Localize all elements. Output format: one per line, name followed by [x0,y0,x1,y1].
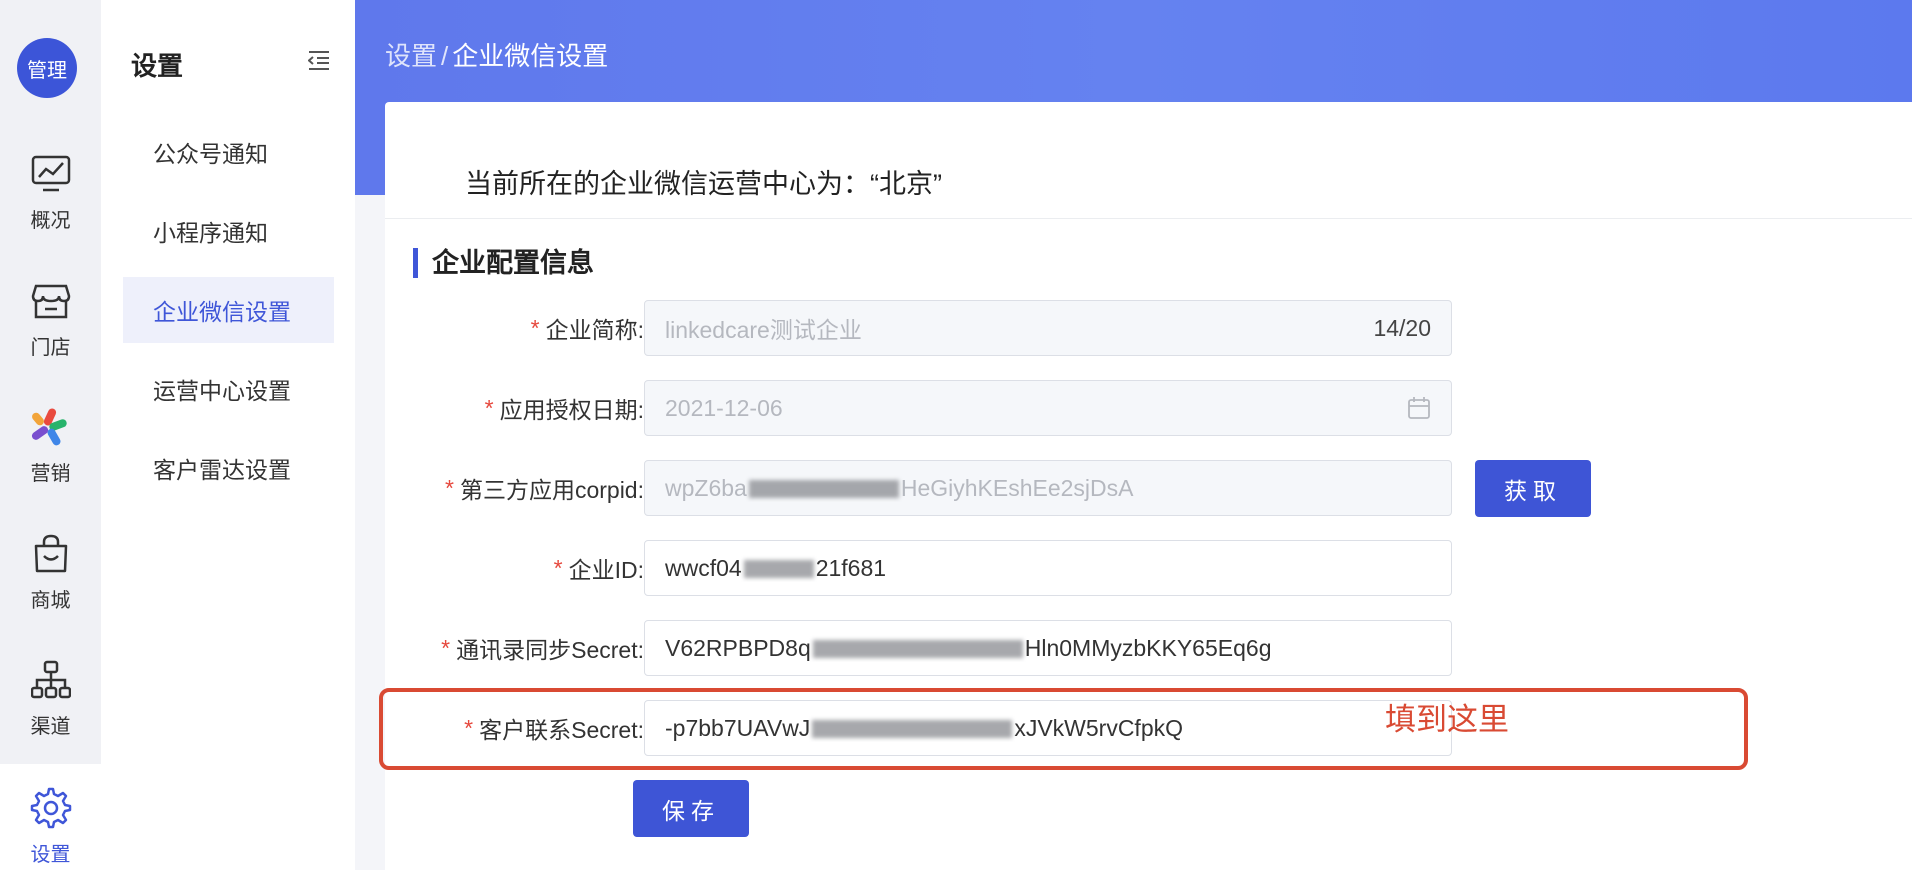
rail-item-store[interactable]: 门店 [0,277,101,387]
required-mark: * [553,554,563,581]
redaction-blur [812,640,1023,659]
divider [385,218,1912,219]
corpid-input[interactable]: wpZ6ba HeGiyhKEshEe2sjDsA [644,460,1452,516]
form-row-company-name: * 企业简称: linkedcare测试企业 14/20 [385,300,1912,356]
form-row-corpid: * 第三方应用corpid: wpZ6ba HeGiyhKEshEe2sjDsA 获… [385,460,1912,517]
auth-date-label: 应用授权日期: [499,397,644,423]
required-mark: * [445,474,454,501]
rail-item-marketing[interactable]: 营销 [0,403,101,513]
corp-id-label: 企业ID: [568,557,644,583]
store-icon [27,277,75,325]
form-label: * 应用授权日期: [485,380,644,436]
submenu-title: 设置 [131,51,184,81]
corpid-value: wpZ6ba HeGiyhKEshEe2sjDsA [665,475,1431,502]
breadcrumb-parent[interactable]: 设置 [385,41,437,71]
corp-id-value-start: wwcf04 [665,554,742,581]
chart-icon [27,150,75,198]
section-title: 企业配置信息 [413,248,594,278]
required-mark: * [441,634,451,661]
rail-item-settings[interactable]: 设置 [0,764,101,870]
submenu-item-wecom[interactable]: 企业微信设置 [123,277,334,343]
auth-date-value: 2021-12-06 [665,394,783,421]
rail-label: 营销 [30,463,71,485]
company-name-input[interactable]: linkedcare测试企业 14/20 [644,300,1452,356]
form-label: * 企业简称: [531,300,644,356]
submenu-item-operation-center[interactable]: 运营中心设置 [123,356,334,422]
gear-icon [27,784,75,832]
contacts-secret-label: 通讯录同步Secret: [456,637,644,663]
corpid-value-start: wpZ6ba [665,474,747,501]
main-area: 设置 / 企业微信设置 当前所在的企业微信运营中心为：“北京” 企业配置信息 * 企业… [355,0,1912,870]
breadcrumb-current: 企业微信设置 [452,41,609,71]
corp-id-value: wwcf04 21f681 [665,555,1431,582]
form-label: * 企业ID: [554,540,644,596]
contacts-secret-input[interactable]: V62RPBPD8q Hln0MMyzbKKY65Eq6g [644,620,1452,676]
calendar-icon [1407,396,1431,420]
form-label: * 通讯录同步Secret: [441,620,644,676]
avatar[interactable]: 管理 [17,38,77,98]
corpid-label: 第三方应用corpid: [459,477,644,503]
breadcrumb-separator: / [441,41,449,71]
submenu-item-customer-radar[interactable]: 客户雷达设置 [123,435,334,501]
redaction-blur [748,480,899,499]
marketing-icon [27,403,75,451]
required-mark: * [530,314,540,341]
shopping-bag-icon [27,530,75,578]
submenu-item-miniprogram[interactable]: 小程序通知 [123,198,334,264]
company-name-value: linkedcare测试企业 [665,317,862,343]
annotation-highlight-box [379,688,1748,770]
form-label: * 第三方应用corpid: [445,460,644,516]
rail-label: 概况 [30,210,71,232]
auth-date-picker[interactable]: 2021-12-06 [644,380,1452,436]
corp-id-value-end: 21f681 [815,554,887,581]
contacts-secret-value-end: Hln0MMyzbKKY65Eq6g [1024,634,1272,661]
corp-id-input[interactable]: wwcf04 21f681 [644,540,1452,596]
settings-submenu: 设置 公众号通知 小程序通知 企业微信设置 运营中心设置 客户雷达设置 [101,0,355,870]
corpid-value-end: HeGiyhKEshEe2sjDsA [900,474,1134,501]
rail-label: 门店 [30,337,71,359]
annotation-text: 填到这里 [1385,702,1509,737]
collapse-menu-icon[interactable] [307,50,330,70]
submenu-item-official-account[interactable]: 公众号通知 [123,119,334,185]
app-rail: 管理 概况 门店 营销 商城 渠道 设置 [0,0,101,870]
required-mark: * [484,394,494,421]
rail-label: 设置 [30,844,71,866]
breadcrumb: 设置 / 企业微信设置 [385,36,608,73]
company-name-label: 企业简称: [545,317,644,343]
contacts-secret-value: V62RPBPD8q Hln0MMyzbKKY65Eq6g [665,635,1431,662]
content-card: 当前所在的企业微信运营中心为：“北京” 企业配置信息 * 企业简称: linked… [379,102,1912,870]
contacts-secret-value-start: V62RPBPD8q [665,634,811,661]
fetch-button[interactable]: 获取 [1475,460,1591,517]
rail-label: 渠道 [30,716,71,738]
save-button[interactable]: 保存 [633,780,749,837]
operation-center-info: 当前所在的企业微信运营中心为：“北京” [465,169,942,199]
rail-item-overview[interactable]: 概况 [0,150,101,260]
form-row-corp-id: * 企业ID: wwcf04 21f681 [385,540,1912,596]
rail-item-mall[interactable]: 商城 [0,530,101,640]
redaction-blur [743,560,814,579]
rail-item-channel[interactable]: 渠道 [0,656,101,766]
form-row-auth-date: * 应用授权日期: 2021-12-06 [385,380,1912,436]
channel-tree-icon [27,656,75,704]
char-counter: 14/20 [1373,314,1431,341]
form-row-contacts-secret: * 通讯录同步Secret: V62RPBPD8q Hln0MMyzbKKY65Eq… [385,620,1912,676]
rail-label: 商城 [30,590,71,612]
